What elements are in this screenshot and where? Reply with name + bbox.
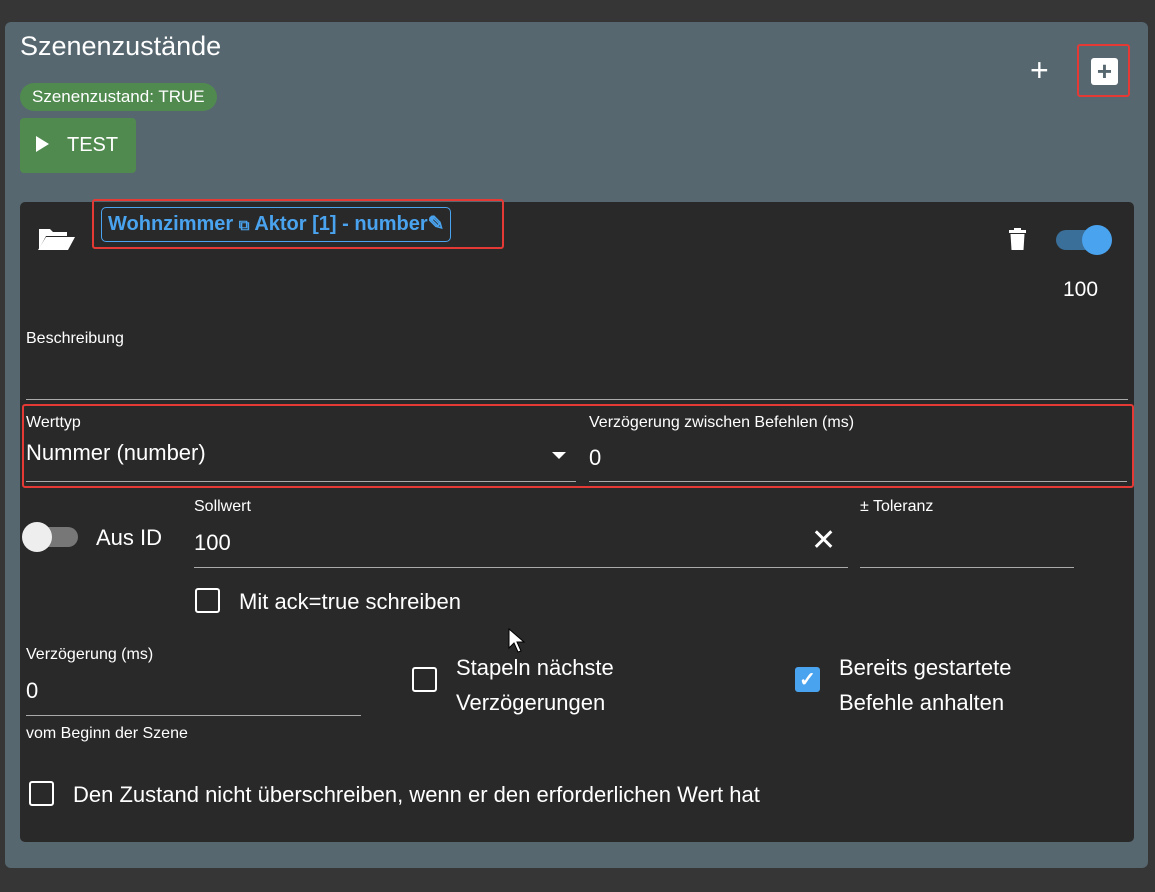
plus-icon[interactable]: +	[1030, 54, 1049, 86]
caret-down-icon	[552, 452, 566, 459]
stack-label: Stapeln nächste Verzögerungen	[456, 650, 614, 720]
stop-label-line2: Befehle anhalten	[839, 690, 1005, 715]
object-id-chip[interactable]: Wohnzimmer ⧉ Aktor [1] - number✎	[101, 207, 452, 242]
setpoint-input[interactable]: 100	[194, 530, 848, 568]
object-name: Aktor [1] - number	[254, 213, 428, 235]
description-input[interactable]	[26, 352, 1128, 400]
plus-box-icon: +	[1091, 58, 1118, 85]
no-overwrite-checkbox[interactable]	[29, 781, 54, 806]
value-type-label: Werttyp	[26, 414, 81, 431]
value-label: 100	[1063, 278, 1099, 301]
test-button[interactable]: TEST	[20, 118, 136, 173]
folder-open-icon[interactable]	[37, 225, 75, 251]
from-id-label: Aus ID	[96, 525, 163, 550]
room-name: Wohnzimmer	[108, 213, 234, 235]
ack-label: Mit ack=true schreiben	[239, 589, 461, 614]
ack-checkbox[interactable]	[195, 588, 220, 613]
member-card	[20, 202, 1134, 842]
pencil-icon: ✎	[427, 213, 445, 235]
no-overwrite-label: Den Zustand nicht überschreiben, wenn er…	[73, 782, 760, 807]
enable-toggle[interactable]	[1056, 225, 1112, 255]
tolerance-input[interactable]	[860, 530, 1074, 568]
delay-between-input[interactable]: 0	[589, 445, 1127, 482]
window-restore-icon: ⧉	[238, 217, 250, 234]
page-title: Szenenzustände	[20, 31, 222, 61]
clear-icon[interactable]: ✕	[811, 526, 836, 556]
from-id-toggle[interactable]	[22, 522, 78, 552]
add-box-button[interactable]: +	[1077, 44, 1130, 97]
setpoint-label: Sollwert	[194, 498, 251, 515]
trash-icon[interactable]	[1009, 228, 1026, 250]
scene-state-badge: Szenenzustand: TRUE	[20, 83, 217, 111]
value-type-select[interactable]: Nummer (number)	[26, 440, 576, 482]
test-label: TEST	[67, 134, 119, 156]
stop-checkbox[interactable]: ✓	[795, 667, 820, 692]
stack-label-line2: Verzögerungen	[456, 690, 606, 715]
value-type-value: Nummer (number)	[26, 440, 206, 465]
tolerance-label: ± Toleranz	[860, 498, 934, 515]
play-icon	[36, 136, 49, 152]
stop-label-line1: Bereits gestartete	[839, 655, 1012, 680]
stack-label-line1: Stapeln nächste	[456, 655, 614, 680]
stop-label: Bereits gestartete Befehle anhalten	[839, 650, 1011, 720]
description-label: Beschreibung	[26, 330, 124, 347]
stack-checkbox[interactable]	[412, 667, 437, 692]
delay-helper-text: vom Beginn der Szene	[26, 725, 188, 742]
mouse-cursor-icon	[508, 628, 526, 653]
delay-between-label: Verzögerung zwischen Befehlen (ms)	[589, 414, 855, 431]
delay-label: Verzögerung (ms)	[26, 646, 154, 663]
delay-input[interactable]: 0	[26, 678, 361, 716]
